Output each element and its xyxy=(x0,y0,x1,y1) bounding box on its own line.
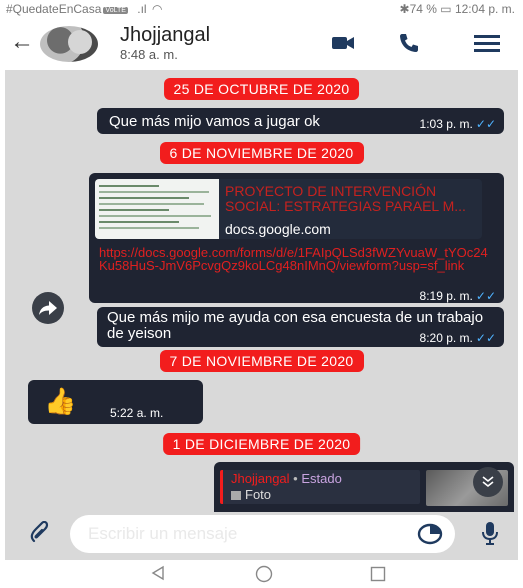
quoted-header: Jhojjangal • Estado xyxy=(231,471,342,486)
reply-author: Jhojjangal xyxy=(231,471,290,486)
last-seen: 8:48 a. m. xyxy=(120,47,178,62)
message-time: 8:20 p. m. xyxy=(419,331,473,345)
menu-icon[interactable] xyxy=(472,30,502,56)
read-tick-icon: ✓✓ xyxy=(475,117,496,131)
attach-icon[interactable] xyxy=(28,520,50,550)
read-tick-icon: ✓✓ xyxy=(475,331,496,345)
link-text[interactable]: https://docs.google.com/forms/d/e/1FAIpQ… xyxy=(99,246,489,272)
date-badge: 25 DE OCTUBRE DE 2020 xyxy=(163,78,360,100)
nav-recent-icon[interactable] xyxy=(370,566,386,587)
preview-domain: docs.google.com xyxy=(225,221,331,237)
message-time: 1:03 p. m. xyxy=(419,117,473,131)
quoted-status[interactable]: Jhojjangal • Estado Foto xyxy=(220,470,420,504)
system-nav-bar xyxy=(0,560,523,588)
preview-thumbnail xyxy=(95,179,219,239)
status-hashtag: #QuedateEnCasa xyxy=(6,2,102,16)
reply-separator: • xyxy=(293,471,298,486)
wifi-icon: ◠ xyxy=(151,2,163,16)
message-time: 5:22 a. m. xyxy=(110,406,164,420)
message-meta: 8:19 p. m. ✓✓ xyxy=(420,287,496,305)
message-input[interactable] xyxy=(88,524,388,544)
chat-header: ← Jhojjangal 8:48 a. m. xyxy=(0,18,523,68)
reply-message-bubble[interactable]: Jhojjangal • Estado Foto xyxy=(214,462,514,512)
date-badge: 7 DE NOVIEMBRE DE 2020 xyxy=(159,350,364,372)
composer xyxy=(0,515,523,555)
message-bubble[interactable]: Que más mijo vamos a jugar ok 1:03 p. m.… xyxy=(97,108,504,134)
status-left: #QuedateEnCasa VoLTE .ıl ◠ xyxy=(6,2,162,16)
scroll-down-icon[interactable] xyxy=(473,467,503,497)
signal-icon: .ıl xyxy=(137,2,147,16)
volte-badge: VoLTE xyxy=(103,7,128,14)
message-meta: 1:03 p. m. ✓✓ xyxy=(420,115,496,133)
link-message-bubble[interactable]: PROYECTO DE INTERVENCIÓN SOCIAL: ESTRATE… xyxy=(89,173,504,303)
preview-title: PROYECTO DE INTERVENCIÓN SOCIAL: ESTRATE… xyxy=(225,183,466,214)
share-icon[interactable] xyxy=(32,292,64,324)
back-arrow-icon[interactable]: ← xyxy=(10,30,34,54)
message-bubble[interactable]: 👍 5:22 a. m. xyxy=(28,380,203,424)
nav-back-icon[interactable] xyxy=(150,565,166,586)
message-time: 8:19 p. m. xyxy=(419,289,473,303)
message-meta: 8:20 p. m. ✓✓ xyxy=(420,329,496,347)
date-badge: 6 DE NOVIEMBRE DE 2020 xyxy=(159,142,364,164)
video-call-icon[interactable] xyxy=(326,30,360,56)
date-badge: 1 DE DICIEMBRE DE 2020 xyxy=(162,433,361,455)
chat-area[interactable]: 25 DE OCTUBRE DE 2020 Que más mijo vamos… xyxy=(5,70,518,560)
quoted-body: Foto xyxy=(231,487,271,502)
link-preview[interactable]: PROYECTO DE INTERVENCIÓN SOCIAL: ESTRATE… xyxy=(95,179,482,239)
status-right: ✱74 % ▭ 12:04 p. m. xyxy=(399,2,515,16)
contact-name[interactable]: Jhojjangal xyxy=(120,24,210,47)
reply-status: Estado xyxy=(301,471,342,486)
phone-icon[interactable] xyxy=(394,30,424,56)
sticker-icon[interactable] xyxy=(417,522,443,551)
mic-icon[interactable] xyxy=(482,521,498,550)
reply-label: Foto xyxy=(245,487,272,502)
read-tick-icon: ✓✓ xyxy=(475,289,496,303)
nav-home-icon[interactable] xyxy=(255,565,273,588)
avatar[interactable] xyxy=(40,26,98,62)
message-bubble[interactable]: Que más mijo me ayuda con esa encuesta d… xyxy=(97,307,504,347)
message-text: Que más mijo vamos a jugar ok xyxy=(109,113,320,130)
photo-icon xyxy=(231,491,241,500)
thumbs-up-icon: 👍 xyxy=(44,386,77,416)
status-bar: #QuedateEnCasa VoLTE .ıl ◠ ✱74 % ▭ 12:04 … xyxy=(0,0,523,18)
message-input-container xyxy=(70,515,455,553)
